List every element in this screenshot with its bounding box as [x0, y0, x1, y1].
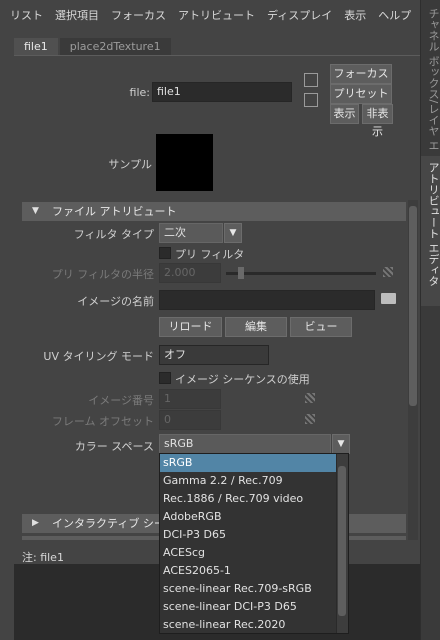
image-name-label: イメージの名前	[77, 295, 154, 308]
tab-place2dtexture1[interactable]: place2dTexture1	[59, 38, 171, 56]
prefilter-radius-slider[interactable]	[226, 272, 376, 275]
menu-show[interactable]: 表示	[338, 7, 372, 23]
image-number-label: イメージ番号	[88, 394, 154, 407]
folder-icon[interactable]	[381, 293, 396, 304]
color-space-select[interactable]: sRGB	[159, 434, 331, 454]
expand-triangle-icon: ▶	[32, 518, 39, 528]
option-gamma22-rec709[interactable]: Gamma 2.2 / Rec.709	[160, 472, 348, 490]
node-name-field[interactable]: file1	[152, 82, 292, 102]
option-rec1886[interactable]: Rec.1886 / Rec.709 video	[160, 490, 348, 508]
uv-tiling-label: UV タイリング モード	[43, 350, 154, 363]
filter-type-select[interactable]: 二次	[159, 223, 223, 243]
prefilter-radius-label: プリ フィルタの半径	[51, 268, 154, 281]
side-tab-strip: チャネル ボックス/レイヤ エディタ アトリビュート エディタ	[420, 0, 440, 640]
menu-bar: リスト 選択項目 フォーカス アトリビュート ディスプレイ 表示 ヘルプ	[0, 0, 420, 30]
menu-attributes[interactable]: アトリビュート	[172, 7, 261, 23]
filter-type-label: フィルタ タイプ	[73, 228, 154, 241]
view-button[interactable]: ビュー	[290, 317, 352, 337]
prefilter-checkbox[interactable]	[159, 247, 171, 259]
show-button[interactable]: 表示	[330, 104, 359, 124]
tab-attribute-editor[interactable]: アトリビュート エディタ	[421, 156, 440, 306]
option-acescg[interactable]: ACEScg	[160, 544, 348, 562]
menu-focus[interactable]: フォーカス	[105, 7, 172, 23]
option-adobergb[interactable]: AdobeRGB	[160, 508, 348, 526]
chevron-down-icon[interactable]: ▼	[224, 223, 242, 243]
chevron-down-icon[interactable]: ▼	[332, 434, 350, 454]
scrollbar-thumb[interactable]	[409, 206, 417, 406]
menu-selected[interactable]: 選択項目	[49, 7, 105, 23]
menu-display[interactable]: ディスプレイ	[261, 7, 338, 23]
prefilter-radius-field[interactable]: 2.000	[159, 263, 221, 283]
use-sequence-label: イメージ シーケンスの使用	[175, 373, 310, 386]
edit-button[interactable]: 編集	[225, 317, 287, 337]
section-file-attributes[interactable]: ▼ ファイル アトリビュート	[22, 202, 406, 221]
menu-help[interactable]: ヘルプ	[372, 7, 417, 23]
tab-channel-box[interactable]: チャネル ボックス/レイヤ エディタ	[421, 2, 440, 150]
sample-label: サンプル	[108, 158, 152, 171]
frame-offset-label: フレーム オフセット	[51, 415, 154, 428]
reload-button[interactable]: リロード	[159, 317, 222, 337]
keyframe-icon[interactable]	[383, 267, 393, 277]
output-connection-icon[interactable]	[304, 93, 318, 107]
file-label: file:	[129, 86, 150, 99]
node-tabs: file1 place2dTexture1	[14, 38, 173, 56]
sample-swatch[interactable]	[156, 134, 213, 191]
tab-divider	[14, 55, 420, 56]
collapse-triangle-icon: ▼	[32, 206, 39, 216]
tab-file1[interactable]: file1	[14, 38, 58, 56]
section-title: ファイル アトリビュート	[52, 205, 177, 218]
keyframe-icon[interactable]	[305, 414, 315, 424]
option-scene-linear-rec709[interactable]: scene-linear Rec.709-sRGB	[160, 580, 348, 598]
keyframe-icon[interactable]	[305, 393, 315, 403]
image-name-field[interactable]	[159, 290, 375, 310]
option-srgb[interactable]: sRGB	[160, 454, 348, 472]
dropdown-scroll-thumb[interactable]	[338, 466, 346, 616]
hide-button[interactable]: 非表示	[362, 104, 393, 138]
prefilter-label: プリ フィルタ	[175, 248, 245, 261]
option-dci-p3-d65[interactable]: DCI-P3 D65	[160, 526, 348, 544]
preset-button[interactable]: プリセット	[330, 84, 392, 104]
option-scene-linear-dci-p3[interactable]: scene-linear DCI-P3 D65	[160, 598, 348, 616]
notes-label: 注: file1	[22, 551, 64, 564]
frame-offset-field[interactable]: 0	[159, 410, 221, 430]
uv-tiling-select[interactable]: オフ	[159, 345, 269, 365]
use-sequence-checkbox[interactable]	[159, 372, 171, 384]
option-scene-linear-rec2020[interactable]: scene-linear Rec.2020	[160, 616, 348, 633]
focus-button[interactable]: フォーカス	[330, 64, 392, 84]
option-aces2065[interactable]: ACES2065-1	[160, 562, 348, 580]
color-space-dropdown[interactable]: sRGB Gamma 2.2 / Rec.709 Rec.1886 / Rec.…	[159, 453, 349, 634]
image-number-field[interactable]: 1	[159, 389, 221, 409]
menu-list[interactable]: リスト	[4, 7, 49, 23]
slider-handle[interactable]	[238, 267, 244, 279]
input-connection-icon[interactable]	[304, 73, 318, 87]
color-space-label: カラー スペース	[74, 440, 154, 453]
